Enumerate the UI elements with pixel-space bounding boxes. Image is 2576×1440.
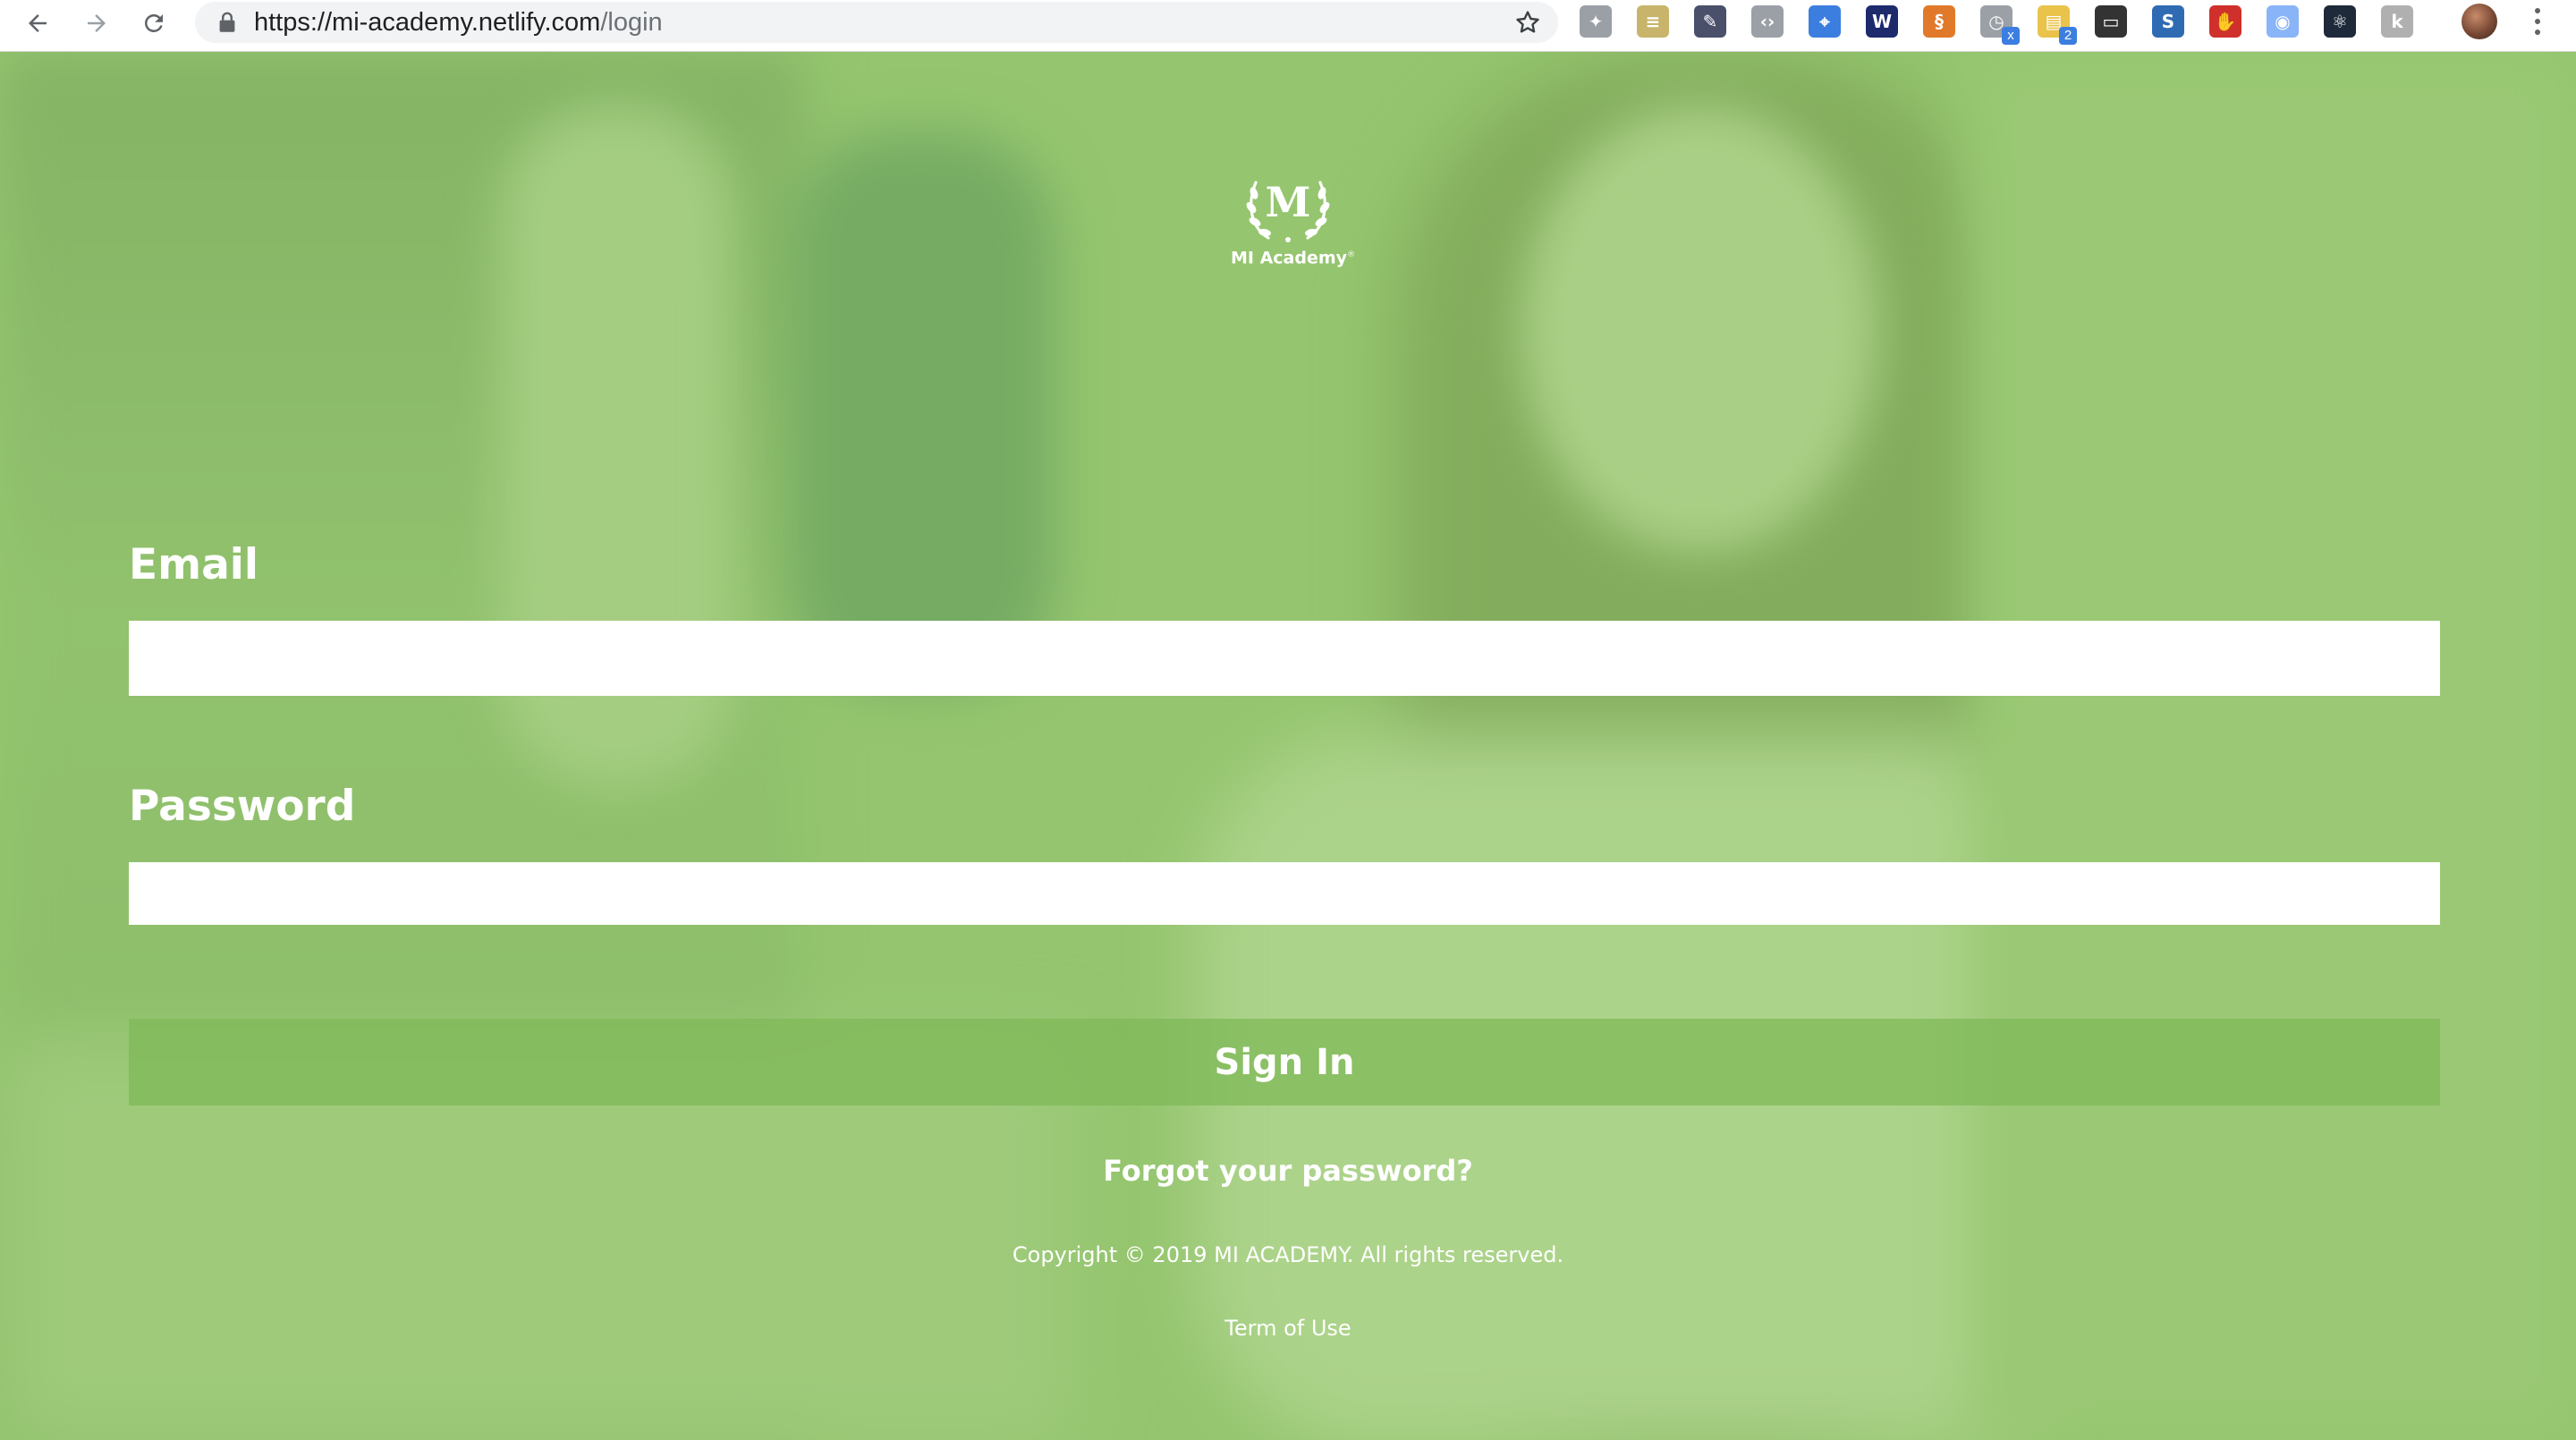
login-page: M MI Academy® Email Password Sign In For… [0,52,2576,1440]
bookmark-star-icon[interactable] [1513,8,1542,37]
s-logo-extension-icon[interactable]: S [2152,5,2184,38]
reload-icon [144,13,163,32]
logo-name: MI Academy® [1231,245,1355,268]
back-button[interactable] [18,4,57,43]
reload-button[interactable] [134,4,174,43]
sign-in-button[interactable]: Sign In [129,1019,2440,1105]
browser-menu-button[interactable] [2524,5,2551,38]
forgot-password-link[interactable]: Forgot your password? [0,1153,2576,1189]
terms-of-use-link[interactable]: Term of Use [0,1315,2576,1342]
registered-mark: ® [1347,250,1356,259]
url-text[interactable]: https://mi-academy.netlify.com/login [254,7,663,38]
circle-dot-extension-icon[interactable]: ◉ [2267,5,2299,38]
extension-badge: x [2002,27,2020,45]
mi-academy-logo: M MI Academy® [1231,168,1355,275]
inspect-extension-icon[interactable]: ⌖ [1809,5,1841,38]
email-field[interactable] [129,621,2440,696]
logo-letter: M [1266,178,1311,226]
password-label: Password [129,782,356,831]
forward-button[interactable] [77,4,116,43]
password-field[interactable] [129,862,2440,925]
window-extension-icon[interactable]: ▤ 2 [2038,5,2077,45]
puzzle-extension-icon[interactable]: ✦ [1580,5,1612,38]
copyright-text: Copyright © 2019 MI ACADEMY. All rights … [1012,1242,1564,1267]
shield-extension-icon[interactable]: ✋ [2209,5,2241,38]
eyedropper-extension-icon[interactable]: ✎ [1694,5,1726,38]
url-host: https://mi-academy.netlify.com [254,8,601,37]
clock-extension-icon[interactable]: ◷ x [1980,5,2020,45]
laurel-wreath-icon: M [1246,178,1330,242]
logo-name-text: MI Academy [1231,248,1348,268]
notepad-extension-icon[interactable]: ≡ [1637,5,1669,38]
seo-extension-icon[interactable]: § [1923,5,1955,38]
w-logo-extension-icon[interactable]: W [1866,5,1898,38]
lock-icon[interactable] [215,10,240,35]
screenshot-extension-icon[interactable]: ▭ [2095,5,2127,38]
url-path: /login [600,8,663,37]
browser-toolbar: https://mi-academy.netlify.com/login ✦ ≡ ✎… [0,0,2576,52]
forward-arrow-icon [88,14,106,32]
k-extension-icon[interactable]: k [2381,5,2413,38]
react-extension-icon[interactable]: ⚛ [2324,5,2356,38]
extension-badge: 2 [2059,27,2077,45]
profile-avatar[interactable] [2462,4,2497,39]
back-arrow-icon [29,14,47,32]
address-bar[interactable]: https://mi-academy.netlify.com/login [195,2,1558,43]
email-label: Email [129,540,259,589]
code-tag-extension-icon[interactable]: ‹› [1751,5,1784,38]
